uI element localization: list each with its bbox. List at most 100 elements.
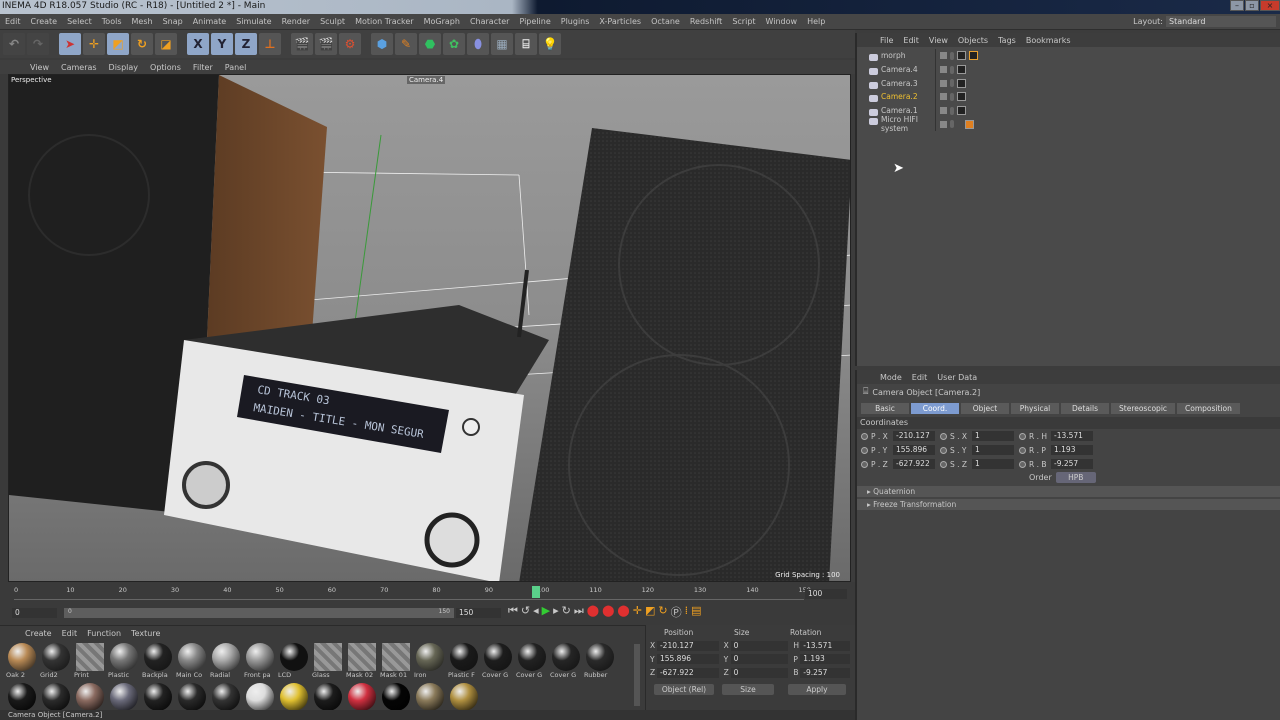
render-dot[interactable] (950, 51, 954, 60)
move-tool-icon[interactable]: ✛ (83, 33, 105, 55)
visibility-check[interactable] (940, 107, 947, 115)
last-tool-icon[interactable]: ◪ (155, 33, 177, 55)
object-menu-file[interactable]: File (875, 36, 898, 45)
menu-help[interactable]: Help (802, 17, 830, 26)
material-swatch[interactable] (380, 683, 412, 711)
material-menu-edit[interactable]: Edit (57, 629, 83, 638)
menu-script[interactable]: Script (727, 17, 760, 26)
render-dot[interactable] (950, 65, 954, 74)
render-dot[interactable] (950, 79, 954, 88)
material-menu-texture[interactable]: Texture (126, 629, 165, 638)
tag-icon[interactable] (957, 106, 966, 116)
prev-key-icon[interactable]: ↺ (521, 604, 530, 620)
object-menu-objects[interactable]: Objects (953, 36, 993, 45)
menu-redshift[interactable]: Redshift (685, 17, 727, 26)
object-menu-edit[interactable]: Edit (898, 36, 924, 45)
tag-icon[interactable] (957, 51, 966, 61)
y-axis-button[interactable]: Y (211, 33, 233, 55)
object-name[interactable]: Camera.3 (881, 79, 918, 88)
tag-icon[interactable] (957, 65, 966, 75)
redo-button[interactable]: ↷ (27, 33, 49, 55)
object-name[interactable]: Camera.1 (881, 106, 918, 115)
minimize-button[interactable]: – (1230, 0, 1244, 11)
next-key-icon[interactable]: ↻ (562, 604, 571, 620)
object-row[interactable]: morph (857, 49, 1280, 63)
tag-icon[interactable] (957, 92, 966, 102)
playhead[interactable] (532, 586, 540, 598)
current-frame-field[interactable]: 100 (805, 589, 847, 599)
material-swatch[interactable]: LCD (278, 643, 310, 679)
material-swatch[interactable] (74, 683, 106, 711)
material-swatch[interactable] (346, 683, 378, 711)
section-freeze-transformation[interactable]: ▸ Freeze Transformation (857, 499, 1280, 510)
deformer-icon[interactable]: ⬮ (467, 33, 489, 55)
rotation-field[interactable]: -9.257 (800, 667, 851, 678)
key-position-icon[interactable]: ✛ (633, 604, 642, 620)
object-menu-tags[interactable]: Tags (993, 36, 1021, 45)
size-mode-dropdown[interactable]: Size (722, 683, 774, 695)
attribute-menu-mode[interactable]: Mode (875, 373, 907, 382)
coordinate-system-icon[interactable]: ⊥ (259, 33, 281, 55)
material-swatch[interactable]: Grid2 (40, 643, 72, 679)
render-view-icon[interactable]: 🎬 (291, 33, 313, 55)
render-picture-viewer-icon[interactable]: 🎬 (315, 33, 337, 55)
close-button[interactable]: × (1260, 0, 1280, 11)
param-field[interactable]: 155.896 (893, 445, 935, 455)
material-swatch[interactable] (278, 683, 310, 711)
visibility-check[interactable] (940, 79, 947, 87)
keyframe-radio[interactable] (861, 446, 868, 454)
position-field[interactable]: -210.127 (656, 640, 719, 651)
menu-tools[interactable]: Tools (97, 17, 127, 26)
timeline-scheme-icon[interactable]: ▤ (691, 604, 701, 620)
material-scrollbar[interactable] (634, 644, 640, 706)
end-frame-field[interactable]: 150 (456, 608, 501, 618)
viewport-menu-panel[interactable]: Panel (219, 63, 253, 72)
menu-snap[interactable]: Snap (158, 17, 188, 26)
keyframe-radio[interactable] (1019, 446, 1026, 454)
menu-mograph[interactable]: MoGraph (419, 17, 465, 26)
viewport-menu-cameras[interactable]: Cameras (55, 63, 103, 72)
section-quaternion[interactable]: ▸ Quaternion (857, 486, 1280, 497)
layout-dropdown[interactable]: Standard (1166, 16, 1276, 27)
key-scale-icon[interactable]: ◩ (645, 604, 655, 620)
menu-character[interactable]: Character (465, 17, 515, 26)
tab-physical[interactable]: Physical (1011, 403, 1059, 414)
tab-coord[interactable]: Coord. (911, 403, 959, 414)
camera-object[interactable]: Camera.3 (857, 79, 935, 89)
autokey-icon[interactable]: ⬤ (602, 604, 614, 620)
object-name[interactable]: morph (881, 51, 906, 60)
param-field[interactable]: -627.922 (893, 459, 935, 469)
menu-x-particles[interactable]: X-Particles (594, 17, 646, 26)
menu-plugins[interactable]: Plugins (556, 17, 595, 26)
param-field[interactable]: 1 (972, 459, 1014, 469)
object-name[interactable]: Micro HIFI system (881, 115, 918, 133)
tab-basic[interactable]: Basic (861, 403, 909, 414)
goto-start-icon[interactable]: ⏮ (508, 604, 518, 620)
param-field[interactable]: -13.571 (1051, 431, 1093, 441)
menu-pipeline[interactable]: Pipeline (514, 17, 555, 26)
menu-simulate[interactable]: Simulate (231, 17, 276, 26)
object-menu-bookmarks[interactable]: Bookmarks (1021, 36, 1076, 45)
keyframe-radio[interactable] (1019, 432, 1026, 440)
restore-button[interactable]: ▫ (1245, 0, 1259, 11)
render-dot[interactable] (950, 92, 954, 101)
camera-object[interactable]: morph (857, 51, 935, 62)
object-menu-view[interactable]: View (924, 36, 953, 45)
undo-button[interactable]: ↶ (3, 33, 25, 55)
array-icon[interactable]: ✿ (443, 33, 465, 55)
camera-object[interactable]: Camera.2 (857, 92, 935, 103)
material-menu-function[interactable]: Function (82, 629, 126, 638)
menu-mesh[interactable]: Mesh (127, 17, 158, 26)
material-swatch[interactable]: Cover G (550, 643, 582, 679)
menu-create[interactable]: Create (26, 17, 63, 26)
material-swatch[interactable]: Print (74, 643, 106, 679)
tab-object[interactable]: Object (961, 403, 1009, 414)
material-swatch[interactable]: Rubber (584, 643, 616, 679)
material-swatch[interactable]: Radial (210, 643, 242, 679)
material-swatch[interactable] (312, 683, 344, 711)
viewport-menu-display[interactable]: Display (103, 63, 145, 72)
material-swatch[interactable] (142, 683, 174, 711)
prev-frame-icon[interactable]: ◂ (533, 604, 539, 620)
tab-details[interactable]: Details (1061, 403, 1109, 414)
menu-edit[interactable]: Edit (0, 17, 26, 26)
